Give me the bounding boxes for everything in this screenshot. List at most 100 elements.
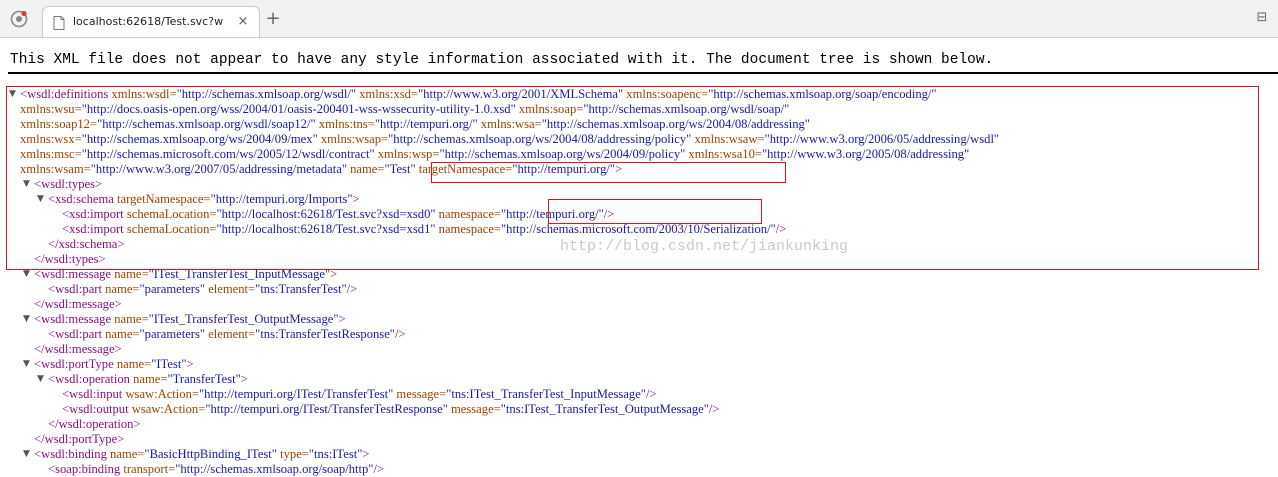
xml-attr-value: "tns:ITest" <box>308 447 363 461</box>
xml-attr-name: xmlns:wsu= <box>20 102 82 116</box>
xml-tag: /> <box>603 207 615 221</box>
xml-attr-name: message= <box>393 387 447 401</box>
xml-attr-name: xmlns:soapenc= <box>623 87 709 101</box>
xml-line: ▼ <wsdl:message name="ITest_TransferTest_… <box>23 312 346 327</box>
xml-attr-name: xmlns:wsa10= <box>685 147 762 161</box>
xml-attr-name: targetNamespace= <box>415 162 513 176</box>
xml-attr-name: namespace= <box>435 207 502 221</box>
expand-toggle-icon[interactable]: ▼ <box>23 267 33 282</box>
xml-tag: <xsd:import <box>62 207 124 221</box>
xml-line: <wsdl:part name="parameters" element="tn… <box>48 282 357 297</box>
tab-localhost-wsdl[interactable]: localhost:62618/Test.svc?wsdl × <box>42 6 260 37</box>
xml-attr-value: "http://schemas.xmlsoap.org/ws/2004/08/a… <box>541 117 810 131</box>
xml-line: xmlns:wsu="http://docs.oasis-open.org/ws… <box>20 102 789 117</box>
new-tab-button[interactable]: + <box>264 10 282 28</box>
expand-toggle-icon[interactable]: ▼ <box>9 87 19 102</box>
xml-attr-value: "http://www.w3.org/2001/XMLSchema" <box>418 87 624 101</box>
xml-tag: > <box>338 312 346 326</box>
xml-line: ▼ <wsdl:definitions xmlns:wsdl="http://sc… <box>9 87 937 102</box>
xml-tag: </wsdl:operation> <box>48 417 141 431</box>
xml-attr-value: "http://www.w3.org/2007/05/addressing/me… <box>90 162 347 176</box>
xml-line: ▼ <wsdl:portType name="ITest"> <box>23 357 194 372</box>
xml-line: xmlns:msc="http://schemas.microsoft.com/… <box>20 147 969 162</box>
xml-attr-value: "http://www.w3.org/2006/05/addressing/ws… <box>764 132 1000 146</box>
xml-line: xmlns:wsx="http://schemas.xmlsoap.org/ws… <box>20 132 999 147</box>
expand-toggle-icon[interactable]: ▼ <box>23 312 33 327</box>
xml-tag: > <box>615 162 623 176</box>
xml-attr-value: "tns:TransferTest" <box>255 282 347 296</box>
xml-attr-value: "http://tempuri.org/" <box>374 117 478 131</box>
xml-attr-name: name= <box>111 312 149 326</box>
xml-tag: <wsdl:operation <box>48 372 130 386</box>
xml-attr-value: "ITest" <box>151 357 187 371</box>
xml-line: </wsdl:portType> <box>34 432 124 447</box>
tab-close-icon[interactable]: × <box>236 14 250 30</box>
expand-toggle-icon[interactable]: ▼ <box>23 177 33 192</box>
xml-attr-value: "tns:ITest_TransferTest_OutputMessage" <box>500 402 709 416</box>
xml-attr-name: name= <box>113 357 152 371</box>
xml-attr-value: "http://schemas.xmlsoap.org/ws/2004/09/m… <box>81 132 318 146</box>
xml-attr-value: "http://schemas.xmlsoap.org/wsdl/soap12/… <box>97 117 316 131</box>
xml-line: </wsdl:message> <box>34 297 122 312</box>
xml-line: <xsd:import schemaLocation="http://local… <box>62 207 614 222</box>
expand-toggle-icon[interactable]: ▼ <box>37 192 47 207</box>
xml-attr-value: "tns:ITest_TransferTest_InputMessage" <box>446 387 646 401</box>
xml-attr-name: wsaw:Action= <box>128 402 206 416</box>
xml-attr-value: "ITest_TransferTest_OutputMessage" <box>148 312 339 326</box>
xml-tag: <wsdl:message <box>34 312 112 326</box>
expand-toggle-icon[interactable]: ▼ <box>23 357 33 372</box>
xml-tag: > <box>362 447 370 461</box>
xml-tag: /> <box>373 462 385 476</box>
xml-attr-value: "http://schemas.xmlsoap.org/ws/2004/09/p… <box>439 147 686 161</box>
info-divider <box>8 72 1278 74</box>
blog-watermark: http://blog.csdn.net/jiankunking <box>560 238 849 255</box>
xml-tag: > <box>330 267 338 281</box>
xml-attr-name: wsaw:Action= <box>122 387 200 401</box>
xml-attr-value: "TransferTest" <box>167 372 241 386</box>
xml-tag: <wsdl:binding <box>34 447 107 461</box>
browser-chrome: localhost:62618/Test.svc?wsdl × + ⊟ <box>0 0 1278 38</box>
xml-attr-name: name= <box>111 267 149 281</box>
xml-attr-value: "http://tempuri.org/Imports" <box>210 192 353 206</box>
xml-attr-value: "http://schemas.microsoft.com/2003/10/Se… <box>501 222 776 236</box>
xml-tag: <wsdl:definitions <box>20 87 109 101</box>
browser-menu-icon[interactable]: ⊟ <box>1254 10 1270 26</box>
xml-tag: /> <box>775 222 787 236</box>
xml-attr-value: "http://docs.oasis-open.org/wss/2004/01/… <box>81 102 516 116</box>
xml-tag: <wsdl:message <box>34 267 112 281</box>
xml-attr-name: xmlns:xsd= <box>355 87 419 101</box>
xml-line: ▼ <wsdl:message name="ITest_TransferTest_… <box>23 267 338 282</box>
xml-attr-value: "http://www.w3.org/2005/08/addressing" <box>761 147 970 161</box>
xml-tag: <wsdl:portType <box>34 357 114 371</box>
expand-toggle-icon[interactable]: ▼ <box>37 372 47 387</box>
xml-attr-name: element= <box>205 282 256 296</box>
xml-attr-value: "http://tempuri.org/" <box>512 162 616 176</box>
xml-tag: <wsdl:input <box>62 387 123 401</box>
xml-attr-name: type= <box>276 447 309 461</box>
xml-attr-value: "http://schemas.xmlsoap.org/ws/2004/08/a… <box>388 132 692 146</box>
xml-attr-name: name= <box>101 282 140 296</box>
xml-line: </wsdl:message> <box>34 342 122 357</box>
xml-attr-value: "http://localhost:62618/Test.svc?xsd=xsd… <box>216 222 436 236</box>
xml-attr-name: xmlns:wsaw= <box>691 132 765 146</box>
expand-toggle-icon[interactable]: ▼ <box>23 447 33 462</box>
xml-tag: </wsdl:portType> <box>34 432 125 446</box>
xml-line: <wsdl:output wsaw:Action="http://tempuri… <box>62 402 720 417</box>
xml-tag: <wsdl:types> <box>34 177 103 191</box>
xml-line: <wsdl:part name="parameters" element="tn… <box>48 327 406 342</box>
xml-line: <xsd:import schemaLocation="http://local… <box>62 222 786 237</box>
xml-attr-value: "http://schemas.xmlsoap.org/wsdl/soap/" <box>583 102 790 116</box>
xml-line: </wsdl:types> <box>34 252 106 267</box>
xml-attr-name: xmlns:wsx= <box>20 132 82 146</box>
xml-line: </wsdl:operation> <box>48 417 141 432</box>
document-icon <box>53 16 65 30</box>
xml-attr-name: xmlns:wsp= <box>374 147 440 161</box>
xml-attr-value: "http://schemas.xmlsoap.org/soap/http" <box>175 462 374 476</box>
browser-logo-icon[interactable] <box>10 10 28 28</box>
xml-tag: /> <box>708 402 720 416</box>
xml-attr-name: namespace= <box>435 222 502 236</box>
xml-tag: /> <box>645 387 657 401</box>
xml-tag: > <box>352 192 360 206</box>
xml-tag: /> <box>394 327 406 341</box>
xml-attr-value: "tns:TransferTestResponse" <box>255 327 395 341</box>
